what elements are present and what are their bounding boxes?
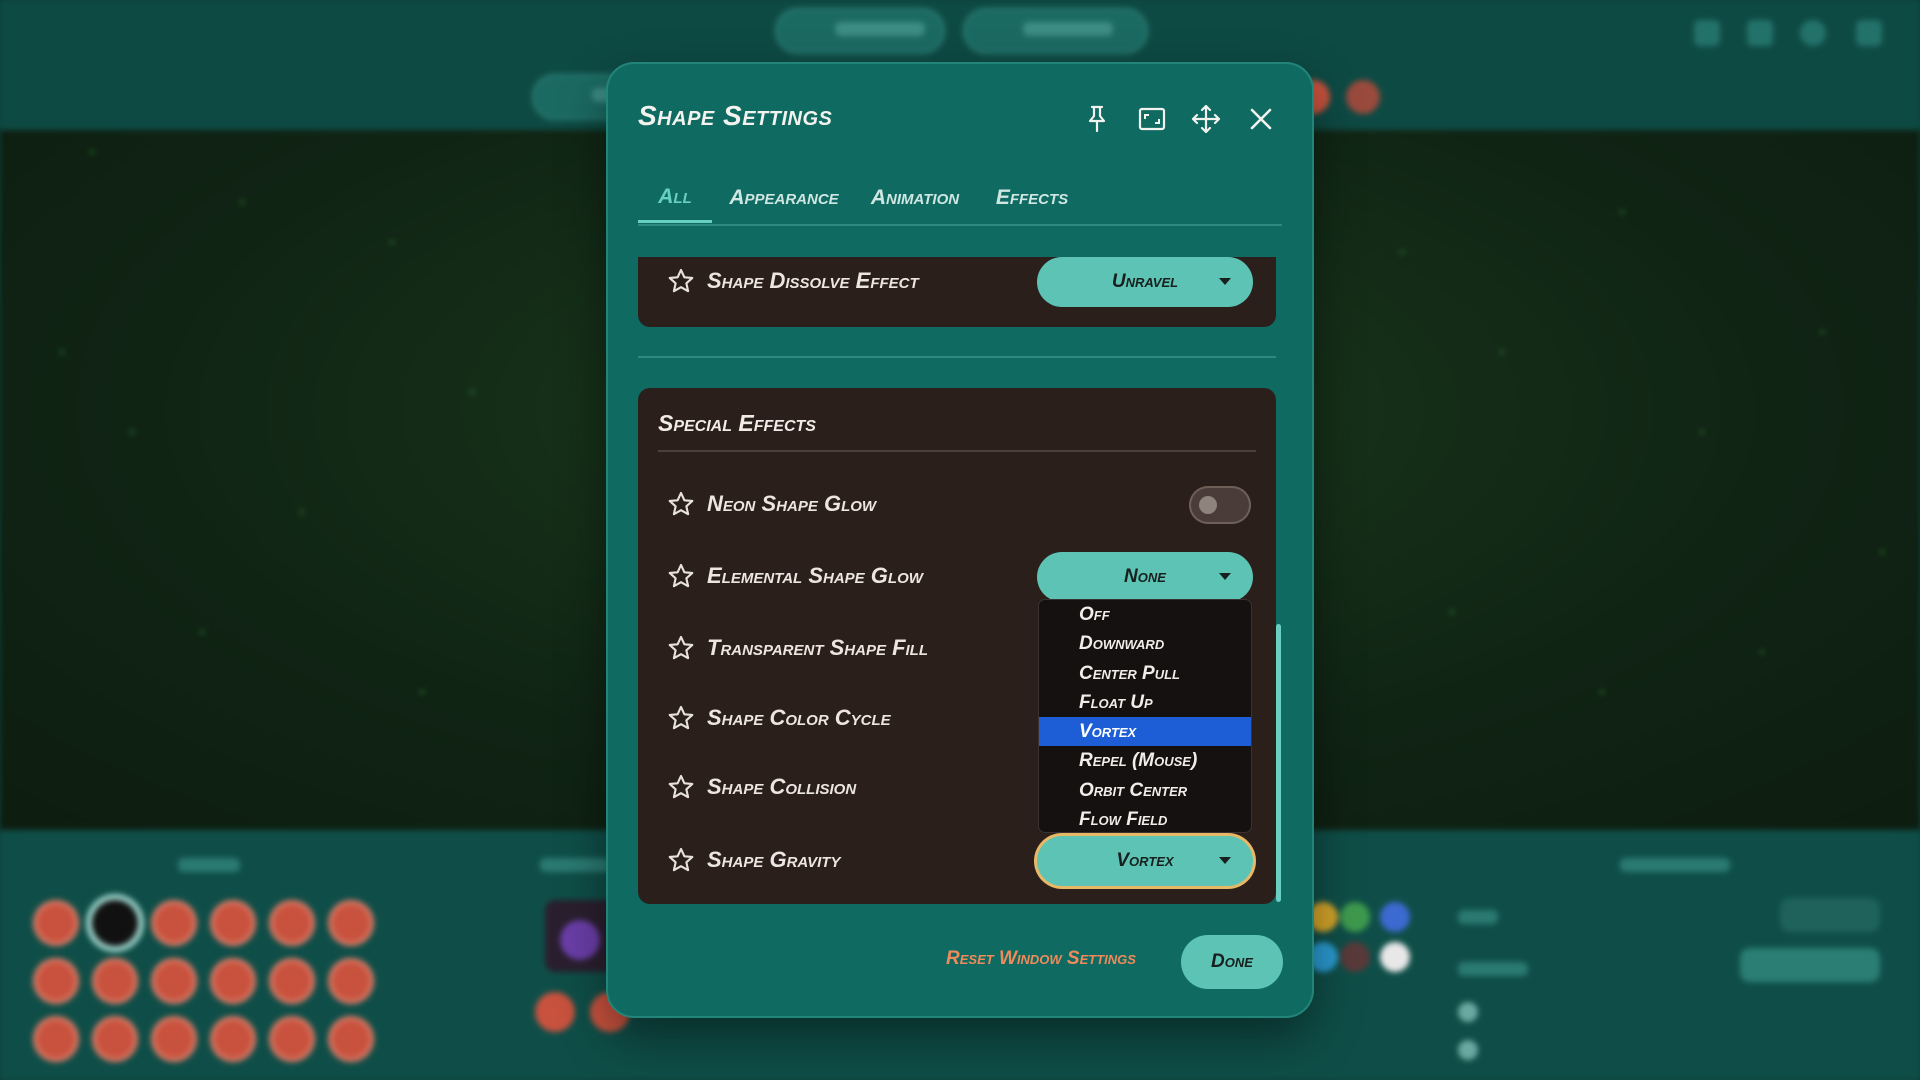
dialog-scrollbar[interactable] [1276, 624, 1281, 902]
close-icon[interactable] [1244, 102, 1278, 136]
chevron-down-icon [1219, 573, 1231, 580]
favorite-star-icon[interactable] [667, 704, 695, 732]
heading-divider [658, 450, 1256, 452]
pin-icon[interactable] [1080, 102, 1114, 136]
dropdown-value: Vortex [1116, 850, 1174, 871]
done-button[interactable]: Done [1181, 935, 1283, 989]
dropdown-value: Unravel [1111, 271, 1179, 292]
chevron-down-icon [1219, 278, 1231, 285]
row-label: Elemental Shape Glow [707, 563, 923, 588]
favorite-star-icon[interactable] [667, 267, 695, 295]
tab-bar: All Appearance Animation Effects [638, 174, 1282, 226]
favorite-star-icon[interactable] [667, 634, 695, 662]
elemental-glow-dropdown[interactable]: None [1037, 552, 1253, 602]
neon-glow-toggle[interactable] [1189, 486, 1251, 524]
tab-appearance[interactable]: Appearance [722, 174, 846, 222]
reset-window-settings-link[interactable]: Reset Window Settings [946, 948, 1136, 970]
gravity-dropdown-menu: Off Downward Center Pull Float Up Vortex… [1039, 600, 1251, 832]
menu-option[interactable]: Center Pull [1039, 659, 1251, 688]
row-label: Transparent Shape Fill [707, 635, 929, 660]
menu-option-highlighted[interactable]: Vortex [1039, 717, 1251, 747]
favorite-star-icon[interactable] [667, 490, 695, 518]
dropdown-value: None [1124, 566, 1166, 587]
shape-gravity-dropdown[interactable]: Vortex [1037, 836, 1253, 886]
menu-option[interactable]: Float Up [1039, 688, 1251, 717]
move-icon[interactable] [1189, 102, 1223, 136]
special-effects-heading: Special Effects [658, 410, 816, 436]
row-label: Neon Shape Glow [707, 491, 877, 516]
row-label: Shape Gravity [707, 847, 841, 872]
row-label: Shape Collision [707, 774, 857, 799]
menu-option[interactable]: Off [1039, 600, 1251, 629]
tab-all[interactable]: All [638, 174, 712, 223]
dialog-title: Shape Settings [638, 100, 833, 131]
shape-dissolve-dropdown[interactable]: Unravel [1037, 257, 1253, 307]
favorite-star-icon[interactable] [667, 562, 695, 590]
favorite-star-icon[interactable] [667, 773, 695, 801]
tab-effects[interactable]: Effects [988, 174, 1076, 222]
toggle-knob [1199, 496, 1217, 514]
menu-option[interactable]: Downward [1039, 629, 1251, 658]
row-label: Shape Color Cycle [707, 705, 891, 730]
aspect-ratio-icon[interactable] [1135, 102, 1169, 136]
menu-option[interactable]: Flow Field [1039, 805, 1251, 832]
section-divider [638, 356, 1276, 358]
row-neon-shape-glow: Neon Shape Glow [667, 480, 1247, 530]
favorite-star-icon[interactable] [667, 846, 695, 874]
chevron-down-icon [1219, 857, 1231, 864]
menu-option[interactable]: Repel (Mouse) [1039, 746, 1251, 775]
tab-animation[interactable]: Animation [860, 174, 970, 222]
row-label: Shape Dissolve Effect [707, 268, 919, 293]
menu-option[interactable]: Orbit Center [1039, 776, 1251, 805]
